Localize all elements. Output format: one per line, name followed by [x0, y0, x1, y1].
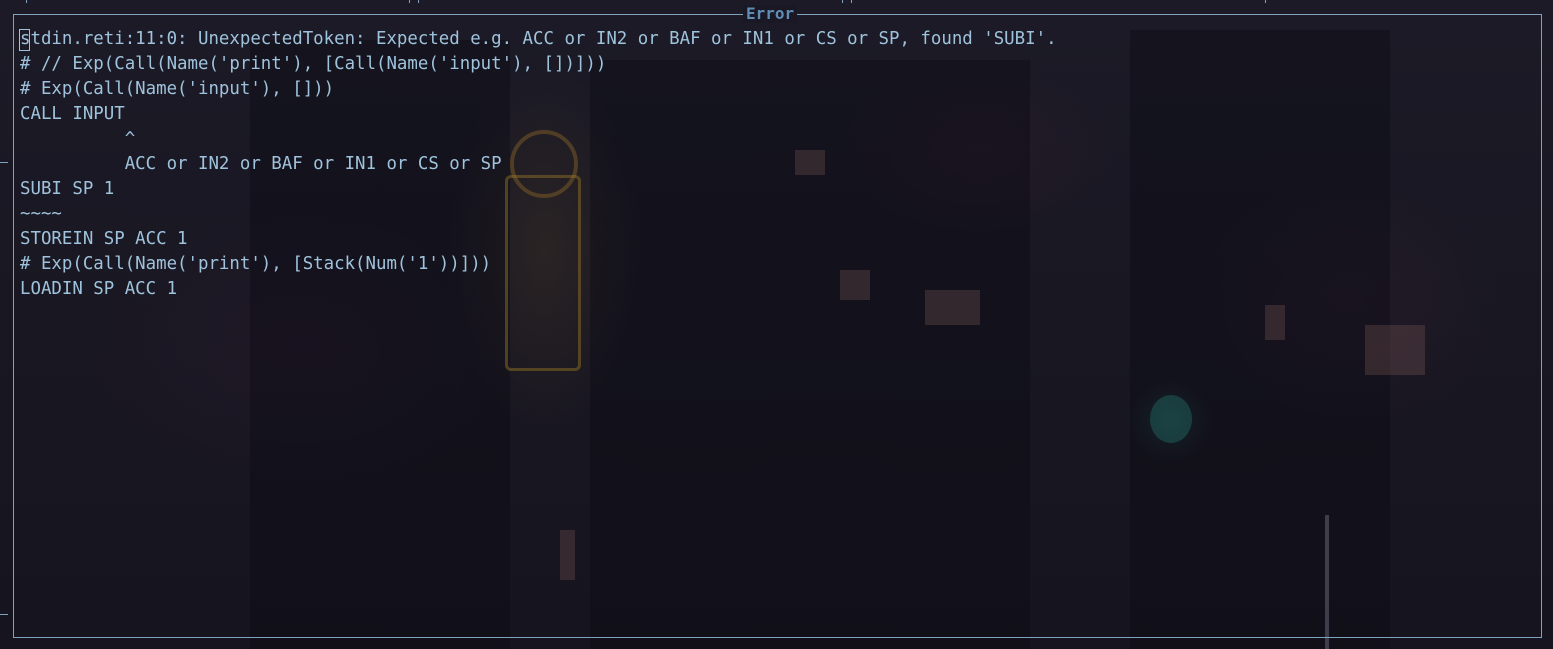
code-line: # Exp(Call(Name('print'), [Stack(Num('1'… [20, 254, 492, 274]
error-window-title: Error [743, 5, 798, 23]
code-line: STOREIN SP ACC 1 [20, 229, 188, 249]
error-output[interactable]: stdin.reti:11:0: UnexpectedToken: Expect… [20, 27, 1057, 302]
expected-tokens-line: ACC or IN2 or BAF or IN1 or CS or SP [20, 154, 502, 174]
code-line: # Exp(Call(Name('input'), [])) [20, 79, 335, 99]
error-caret-line: ^ [20, 129, 136, 149]
error-underline: ~~~~ [20, 204, 62, 224]
code-line: SUBI SP 1 [20, 179, 115, 199]
code-line: CALL INPUT [20, 104, 125, 124]
code-line: LOADIN SP ACC 1 [20, 279, 178, 299]
error-message-line: stdin.reti:11:0: UnexpectedToken: Expect… [20, 29, 1057, 49]
code-line: # // Exp(Call(Name('print'), [Call(Name(… [20, 54, 607, 74]
